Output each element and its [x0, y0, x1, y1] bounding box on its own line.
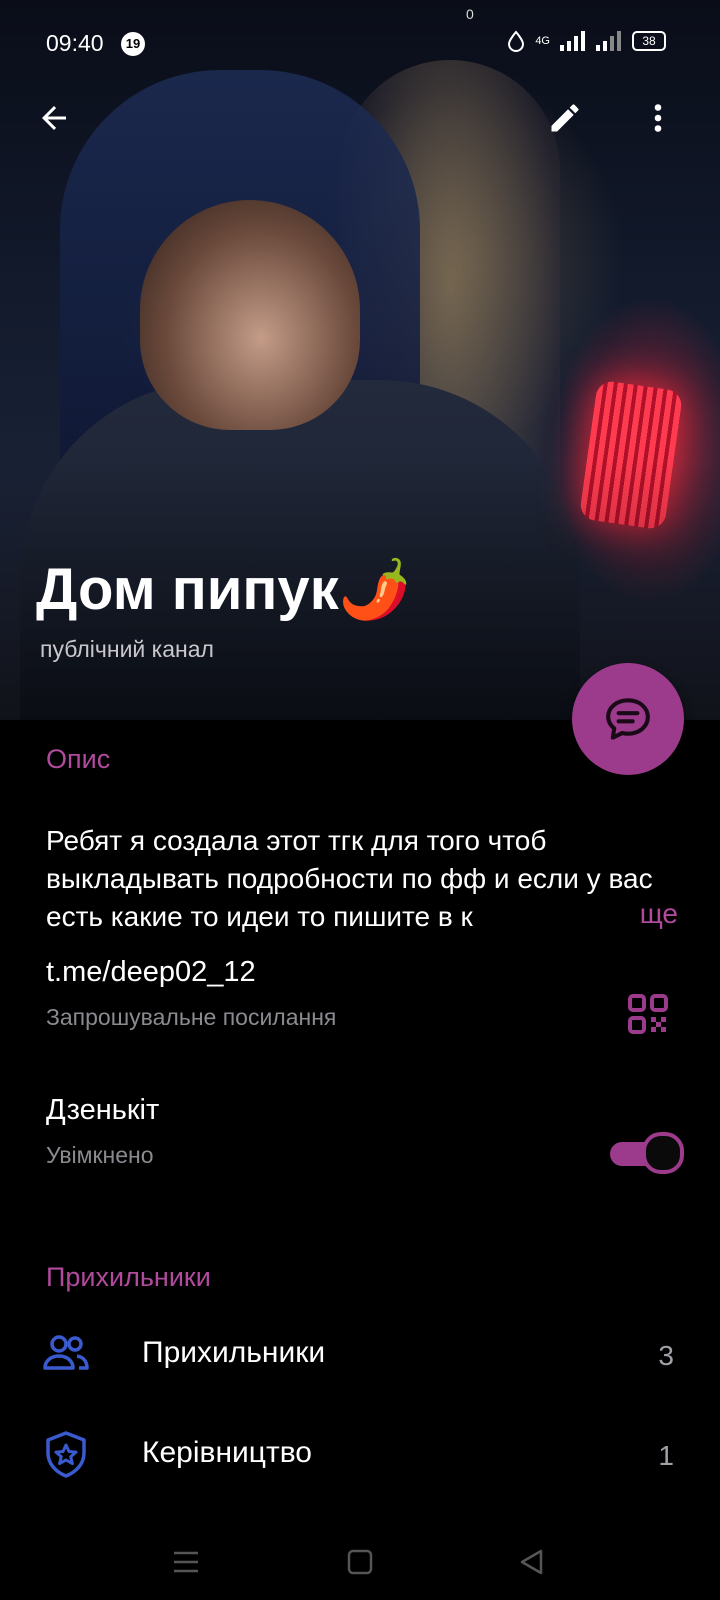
list-item-administrators[interactable]: Керівництво 1: [0, 1410, 720, 1500]
person-head: [140, 200, 360, 430]
invite-link-caption: Запрошувальне посилання: [46, 1004, 337, 1030]
users-icon: [43, 1335, 89, 1370]
status-time: 09:40: [46, 30, 104, 56]
list-item-label: Керівництво: [142, 1436, 312, 1469]
notification-count-badge: 19: [121, 32, 145, 56]
recents-button[interactable]: [166, 1542, 206, 1582]
show-more-link[interactable]: ще: [560, 898, 678, 938]
channel-type: публічний канал: [40, 636, 214, 662]
shield-star-icon: [46, 1431, 86, 1478]
signal-icon: [560, 31, 585, 51]
members-section-header: Прихильники: [46, 1262, 211, 1292]
more-vertical-icon: [654, 104, 662, 132]
list-item-count: 1: [658, 1440, 674, 1471]
system-navigation-bar: [0, 1518, 720, 1600]
description-section-header: Опис: [46, 744, 111, 774]
more-options-button[interactable]: [630, 90, 686, 146]
battery-icon: 38: [632, 31, 666, 51]
status-bar: 09:40 19 0 4G 38: [0, 0, 720, 88]
ringtone-title: Дзенькіт: [46, 1094, 160, 1126]
channel-title: Дом пипук🌶️: [36, 557, 411, 622]
arrow-left-icon: [42, 106, 66, 130]
qr-code-icon: [628, 994, 668, 1034]
list-item-label: Прихильники: [142, 1336, 326, 1369]
list-item-count: 3: [658, 1340, 674, 1371]
list-item-subscribers[interactable]: Прихильники 3: [0, 1310, 720, 1400]
signal-secondary-icon: [596, 31, 621, 51]
network-type-label: 4G: [535, 35, 550, 47]
invite-link-value[interactable]: t.me/deep02_12: [46, 956, 256, 989]
system-back-button[interactable]: [512, 1542, 552, 1582]
edit-button[interactable]: [537, 90, 593, 146]
data-saver-icon: [508, 30, 525, 52]
home-button[interactable]: [340, 1542, 380, 1582]
chat-bubble-icon: [606, 698, 650, 740]
ringtone-toggle[interactable]: [610, 1132, 684, 1174]
open-chat-button[interactable]: [572, 663, 684, 775]
camera-indicator: 0: [466, 6, 474, 22]
back-triangle-icon: [520, 1549, 543, 1575]
back-button[interactable]: [26, 90, 82, 146]
home-square-icon: [347, 1549, 373, 1575]
toggle-knob: [642, 1132, 684, 1174]
pencil-icon: [551, 104, 579, 132]
menu-icon: [174, 1551, 198, 1573]
ringtone-status: Увімкнено: [46, 1142, 154, 1168]
qr-code-button[interactable]: [628, 994, 668, 1039]
status-icons: 4G 38: [507, 30, 666, 52]
